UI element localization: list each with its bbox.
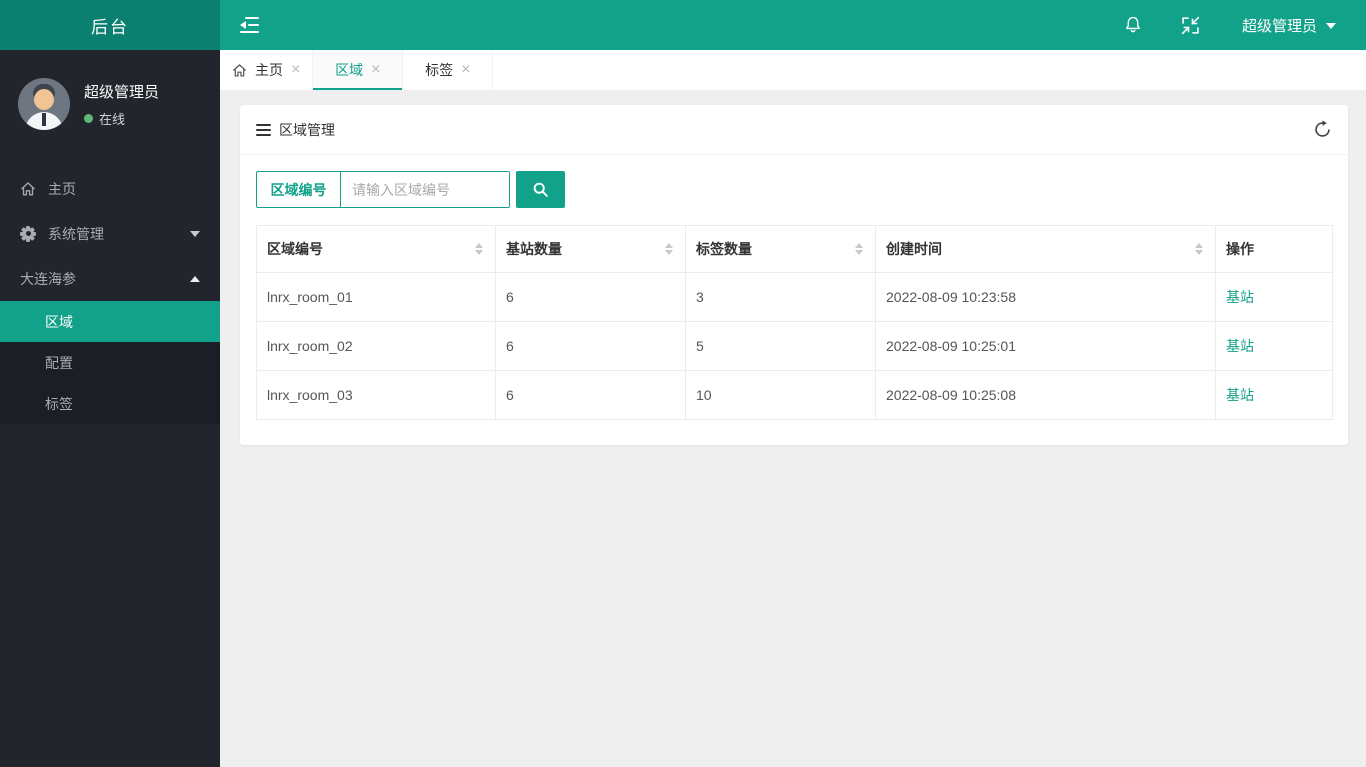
sidebar-user-name: 超级管理员 [84, 83, 160, 101]
sidebar-nav: 主页 系统管理 大连海参 区域 配置 标签 [0, 166, 220, 424]
sort-icon [665, 243, 673, 255]
refresh-icon[interactable] [1313, 120, 1332, 139]
cell-area-id: lnrx_room_01 [256, 272, 496, 322]
sidebar-subitem-label: 标签 [45, 395, 73, 412]
area-table: 区域编号 基站数量 标签数量 创建时间 操作 lnrx_room_01 6 3 … [256, 225, 1333, 420]
page-title: 区域管理 [279, 121, 335, 138]
card-header: 区域管理 [240, 105, 1348, 155]
chevron-up-icon [190, 275, 200, 282]
search-icon [533, 182, 548, 197]
column-header-station-count[interactable]: 基站数量 [495, 225, 686, 273]
column-header-tag-count[interactable]: 标签数量 [685, 225, 876, 273]
cell-area-id: lnrx_room_02 [256, 321, 496, 371]
station-action-link[interactable]: 基站 [1226, 387, 1254, 403]
cell-area-id: lnrx_room_03 [256, 370, 496, 420]
online-status-label: 在线 [99, 111, 126, 127]
close-icon[interactable]: × [461, 62, 470, 78]
sidebar-item-label: 主页 [48, 180, 76, 197]
sidebar-user-status: 在线 [84, 109, 159, 128]
cell-tag-count: 3 [685, 272, 876, 322]
search-field-label: 区域编号 [257, 172, 341, 207]
sidebar: 超级管理员 在线 主页 系统管理 大连海参 区域 配置 标签 [0, 50, 220, 767]
sidebar-subitem-area[interactable]: 区域 [0, 301, 220, 342]
table-row: lnrx_room_01 6 3 2022-08-09 10:23:58 基站 [256, 272, 1333, 322]
table-row: lnrx_room_02 6 5 2022-08-09 10:25:01 基站 [256, 321, 1333, 371]
tab-label: 标签 [425, 62, 454, 78]
tab-label: 区域 [335, 62, 364, 78]
search-button[interactable] [516, 171, 565, 208]
sidebar-subitem-tag[interactable]: 标签 [0, 383, 220, 424]
chevron-down-icon [1326, 23, 1336, 29]
search-input[interactable] [341, 172, 509, 207]
cell-station-count: 6 [495, 370, 686, 420]
topbar: 后台 超级管理员 [0, 0, 1366, 50]
sidebar-submenu: 区域 配置 标签 [0, 301, 220, 424]
cell-created-at: 2022-08-09 10:25:01 [875, 321, 1216, 371]
station-action-link[interactable]: 基站 [1226, 338, 1254, 354]
chevron-down-icon [190, 230, 200, 237]
cell-tag-count: 10 [685, 370, 876, 420]
sidebar-item-label: 系统管理 [48, 225, 104, 242]
sidebar-subitem-config[interactable]: 配置 [0, 342, 220, 383]
sidebar-item-system-management[interactable]: 系统管理 [0, 211, 220, 256]
sort-icon [1195, 243, 1203, 255]
station-action-link[interactable]: 基站 [1226, 289, 1254, 305]
tab-home[interactable]: 主页 × [220, 50, 314, 90]
app-logo: 后台 [0, 0, 220, 50]
tabbar: 主页 × 区域 × 标签 × [220, 50, 1366, 90]
cell-tag-count: 5 [685, 321, 876, 371]
sidebar-subitem-label: 配置 [45, 354, 73, 371]
column-header-area-id[interactable]: 区域编号 [256, 225, 496, 273]
tab-tag[interactable]: 标签 × [403, 50, 494, 90]
tab-area[interactable]: 区域 × [313, 50, 404, 90]
home-icon [232, 63, 247, 77]
sort-icon [475, 243, 483, 255]
table-header-row: 区域编号 基站数量 标签数量 创建时间 操作 [256, 225, 1333, 273]
cell-station-count: 6 [495, 321, 686, 371]
sidebar-item-home[interactable]: 主页 [0, 166, 220, 211]
sort-icon [855, 243, 863, 255]
sidebar-item-label: 大连海参 [20, 270, 76, 287]
sidebar-user-card: 超级管理员 在线 [0, 50, 220, 140]
close-icon[interactable]: × [291, 62, 300, 78]
search-group: 区域编号 [256, 171, 510, 208]
main-content: 区域管理 区域编号 请输入区域编号 区域编号 基站数量 标签数量 创建时间 操作… [220, 90, 1366, 767]
close-icon[interactable]: × [371, 62, 380, 78]
sidebar-toggle-icon[interactable] [240, 16, 260, 34]
fullscreen-compress-icon[interactable] [1181, 16, 1200, 35]
notifications-bell-icon[interactable] [1123, 15, 1143, 35]
area-management-card: 区域管理 区域编号 请输入区域编号 区域编号 基站数量 标签数量 创建时间 操作… [240, 105, 1348, 445]
column-header-created-at[interactable]: 创建时间 [875, 225, 1216, 273]
search-row: 区域编号 [256, 171, 1332, 208]
sidebar-subitem-label: 区域 [45, 313, 73, 330]
table-row: lnrx_room_03 6 10 2022-08-09 10:25:08 基站 [256, 370, 1333, 420]
gear-icon [20, 225, 36, 242]
topbar-username: 超级管理员 [1241, 17, 1317, 35]
topbar-main: 超级管理员 [220, 0, 1366, 50]
column-header-actions: 操作 [1215, 225, 1333, 273]
card-body: 区域编号 区域编号 [240, 155, 1348, 445]
tab-label: 主页 [255, 62, 283, 78]
sidebar-item-dalian-haishen[interactable]: 大连海参 [0, 256, 220, 301]
cell-created-at: 2022-08-09 10:23:58 [875, 272, 1216, 322]
cell-created-at: 2022-08-09 10:25:08 [875, 370, 1216, 420]
cell-station-count: 6 [495, 272, 686, 322]
list-icon [256, 123, 271, 136]
online-status-dot [84, 113, 93, 123]
home-icon [21, 181, 35, 195]
user-menu-dropdown[interactable]: 超级管理员 [1242, 15, 1336, 36]
avatar [18, 78, 70, 130]
